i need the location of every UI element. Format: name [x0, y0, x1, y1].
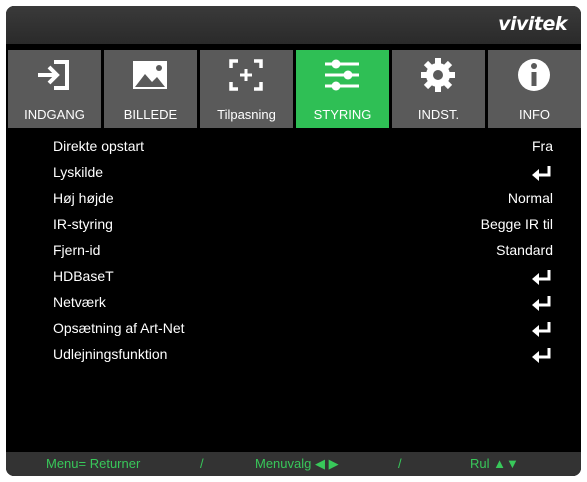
- menu-row-hdbaset[interactable]: HDBaseT: [6, 264, 581, 290]
- top-bar: vivitek: [6, 6, 581, 44]
- enter-icon: [532, 348, 551, 363]
- hint-menu-return: Menu= Returner: [46, 456, 141, 471]
- row-label: HDBaseT: [53, 268, 114, 284]
- row-label: IR-styring: [53, 216, 113, 232]
- menu-row-hoej-hoejde[interactable]: Høj højde Normal: [6, 186, 581, 212]
- menu-row-lyskilde[interactable]: Lyskilde: [6, 160, 581, 186]
- footer-hints: Menu= Returner / Menuvalg ◀ ▶ / Rul ▲▼: [6, 452, 581, 476]
- brand-logo: vivitek: [498, 13, 567, 35]
- osd-menu: vivitek INDGANG BILLEDE Tilpasning STYRI…: [6, 6, 581, 476]
- sliders-icon: [325, 59, 359, 91]
- enter-icon: [532, 322, 551, 337]
- menu-row-ir-styring[interactable]: IR-styring Begge IR til: [6, 212, 581, 238]
- menu-row-fjern-id[interactable]: Fjern-id Standard: [6, 238, 581, 264]
- info-icon: [518, 59, 550, 91]
- row-label: Direkte opstart: [53, 138, 145, 154]
- tab-indst[interactable]: INDST.: [392, 50, 485, 128]
- tab-billede[interactable]: BILLEDE: [104, 50, 197, 128]
- menu-row-udlejningsfunktion[interactable]: Udlejningsfunktion: [6, 342, 581, 368]
- row-label: Høj højde: [53, 190, 114, 206]
- tab-label: STYRING: [313, 107, 372, 122]
- row-label: Udlejningsfunktion: [53, 346, 168, 362]
- row-label: Netværk: [53, 294, 106, 310]
- row-label: Lyskilde: [53, 164, 104, 180]
- row-value: Begge IR til: [480, 216, 553, 232]
- enter-icon: [532, 296, 551, 311]
- tab-label: INDGANG: [24, 107, 85, 122]
- alignment-icon: [229, 59, 263, 91]
- row-label: Opsætning af Art-Net: [53, 320, 185, 336]
- hint-scroll: Rul ▲▼: [470, 456, 519, 471]
- row-value: Normal: [507, 190, 553, 206]
- tab-indgang[interactable]: INDGANG: [8, 50, 101, 128]
- menu-row-direkte-opstart[interactable]: Direkte opstart Fra: [6, 134, 581, 160]
- hint-separator: /: [398, 456, 402, 471]
- picture-icon: [133, 61, 167, 89]
- menu-tabs: INDGANG BILLEDE Tilpasning STYRING INDST…: [6, 50, 581, 128]
- tab-styring[interactable]: STYRING: [296, 50, 389, 128]
- tab-label: BILLEDE: [123, 107, 178, 122]
- row-value: Standard: [496, 242, 553, 258]
- tab-label: Tilpasning: [217, 107, 276, 122]
- input-icon: [38, 60, 69, 90]
- menu-row-art-net[interactable]: Opsætning af Art-Net: [6, 316, 581, 342]
- tab-label: INFO: [518, 107, 551, 122]
- row-label: Fjern-id: [53, 242, 101, 258]
- enter-icon: [532, 270, 551, 285]
- menu-row-netvaerk[interactable]: Netværk: [6, 290, 581, 316]
- tab-label: INDST.: [417, 107, 460, 122]
- row-value: Fra: [532, 138, 553, 154]
- tab-tilpasning[interactable]: Tilpasning: [200, 50, 293, 128]
- hint-menu-select: Menuvalg ◀ ▶: [255, 456, 339, 471]
- enter-icon: [532, 166, 551, 181]
- gear-icon: [421, 58, 455, 92]
- tab-info[interactable]: INFO: [488, 50, 581, 128]
- hint-separator: /: [200, 456, 204, 471]
